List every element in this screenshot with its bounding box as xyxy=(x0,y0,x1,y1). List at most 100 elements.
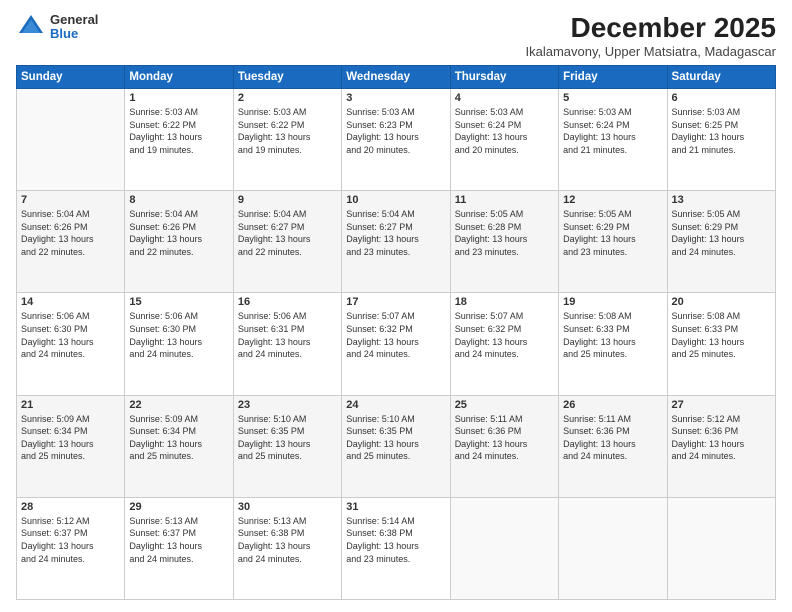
calendar-cell: 6 Sunrise: 5:03 AM Sunset: 6:25 PM Daylig… xyxy=(667,89,775,191)
calendar-cell: 10 Sunrise: 5:04 AM Sunset: 6:27 PM Dayli… xyxy=(342,191,450,293)
calendar-cell: 26Sunrise: 5:11 AM Sunset: 6:36 PM Dayli… xyxy=(559,395,667,497)
day-number: 20 xyxy=(672,296,771,308)
calendar-week-row: 1 Sunrise: 5:03 AM Sunset: 6:22 PM Daylig… xyxy=(17,89,776,191)
calendar-cell: 24Sunrise: 5:10 AM Sunset: 6:35 PM Dayli… xyxy=(342,395,450,497)
day-number: 7 xyxy=(21,194,120,206)
day-number: 27 xyxy=(672,399,771,411)
calendar-cell: 2Sunrise: 5:03 AM Sunset: 6:22 PM Daylig… xyxy=(233,89,341,191)
calendar-cell xyxy=(450,497,558,599)
day-number: 31 xyxy=(346,501,445,513)
day-info: Sunrise: 5:04 AM Sunset: 6:26 PM Dayligh… xyxy=(129,208,228,258)
logo-blue-text: Blue xyxy=(50,27,98,41)
day-info: Sunrise: 5:04 AM Sunset: 6:27 PM Dayligh… xyxy=(346,208,445,258)
calendar-cell: 27 Sunrise: 5:12 AM Sunset: 6:36 PM Dayli… xyxy=(667,395,775,497)
header-monday: Monday xyxy=(125,66,233,89)
day-number: 14 xyxy=(21,296,120,308)
calendar-cell: 22 Sunrise: 5:09 AM Sunset: 6:34 PM Dayli… xyxy=(125,395,233,497)
day-number: 19 xyxy=(563,296,662,308)
calendar-cell: 25 Sunrise: 5:11 AM Sunset: 6:36 PM Dayli… xyxy=(450,395,558,497)
day-info: Sunrise: 5:11 AM Sunset: 6:36 PM Dayligh… xyxy=(563,413,662,463)
calendar-cell xyxy=(667,497,775,599)
day-number: 16 xyxy=(238,296,337,308)
logo-general-text: General xyxy=(50,13,98,27)
day-number: 24 xyxy=(346,399,445,411)
header-thursday: Thursday xyxy=(450,66,558,89)
day-info: Sunrise: 5:05 AM Sunset: 6:28 PM Dayligh… xyxy=(455,208,554,258)
calendar-cell: 12 Sunrise: 5:05 AM Sunset: 6:29 PM Dayli… xyxy=(559,191,667,293)
header-saturday: Saturday xyxy=(667,66,775,89)
day-number: 5 xyxy=(563,92,662,104)
calendar-table: Sunday Monday Tuesday Wednesday Thursday… xyxy=(16,65,776,600)
calendar-cell: 1 Sunrise: 5:03 AM Sunset: 6:22 PM Daylig… xyxy=(125,89,233,191)
calendar-cell: 23 Sunrise: 5:10 AM Sunset: 6:35 PM Dayli… xyxy=(233,395,341,497)
day-number: 12 xyxy=(563,194,662,206)
day-number: 11 xyxy=(455,194,554,206)
day-number: 23 xyxy=(238,399,337,411)
day-number: 22 xyxy=(129,399,228,411)
day-info: Sunrise: 5:09 AM Sunset: 6:34 PM Dayligh… xyxy=(129,413,228,463)
calendar-cell: 15 Sunrise: 5:06 AM Sunset: 6:30 PM Dayli… xyxy=(125,293,233,395)
day-number: 2 xyxy=(238,92,337,104)
calendar-cell: 31 Sunrise: 5:14 AM Sunset: 6:38 PM Dayli… xyxy=(342,497,450,599)
day-info: Sunrise: 5:06 AM Sunset: 6:30 PM Dayligh… xyxy=(129,310,228,360)
day-info: Sunrise: 5:12 AM Sunset: 6:37 PM Dayligh… xyxy=(21,515,120,565)
day-info: Sunrise: 5:12 AM Sunset: 6:36 PM Dayligh… xyxy=(672,413,771,463)
day-number: 21 xyxy=(21,399,120,411)
calendar-week-row: 14 Sunrise: 5:06 AM Sunset: 6:30 PM Dayli… xyxy=(17,293,776,395)
day-info: Sunrise: 5:03 AM Sunset: 6:24 PM Dayligh… xyxy=(563,106,662,156)
day-number: 1 xyxy=(129,92,228,104)
calendar-cell xyxy=(17,89,125,191)
day-info: Sunrise: 5:05 AM Sunset: 6:29 PM Dayligh… xyxy=(563,208,662,258)
calendar-cell: 19 Sunrise: 5:08 AM Sunset: 6:33 PM Dayli… xyxy=(559,293,667,395)
calendar-cell: 28 Sunrise: 5:12 AM Sunset: 6:37 PM Dayli… xyxy=(17,497,125,599)
day-info: Sunrise: 5:08 AM Sunset: 6:33 PM Dayligh… xyxy=(672,310,771,360)
header: General Blue December 2025 Ikalamavony, … xyxy=(16,12,776,59)
day-number: 4 xyxy=(455,92,554,104)
logo: General Blue xyxy=(16,12,98,42)
title-block: December 2025 Ikalamavony, Upper Matsiat… xyxy=(526,12,776,59)
day-info: Sunrise: 5:04 AM Sunset: 6:27 PM Dayligh… xyxy=(238,208,337,258)
day-info: Sunrise: 5:06 AM Sunset: 6:30 PM Dayligh… xyxy=(21,310,120,360)
day-number: 30 xyxy=(238,501,337,513)
header-sunday: Sunday xyxy=(17,66,125,89)
logo-icon xyxy=(16,12,46,42)
day-info: Sunrise: 5:05 AM Sunset: 6:29 PM Dayligh… xyxy=(672,208,771,258)
day-info: Sunrise: 5:08 AM Sunset: 6:33 PM Dayligh… xyxy=(563,310,662,360)
calendar-cell: 5 Sunrise: 5:03 AM Sunset: 6:24 PM Daylig… xyxy=(559,89,667,191)
day-number: 25 xyxy=(455,399,554,411)
day-info: Sunrise: 5:14 AM Sunset: 6:38 PM Dayligh… xyxy=(346,515,445,565)
calendar-cell xyxy=(559,497,667,599)
header-wednesday: Wednesday xyxy=(342,66,450,89)
day-info: Sunrise: 5:07 AM Sunset: 6:32 PM Dayligh… xyxy=(455,310,554,360)
weekday-header-row: Sunday Monday Tuesday Wednesday Thursday… xyxy=(17,66,776,89)
day-info: Sunrise: 5:13 AM Sunset: 6:37 PM Dayligh… xyxy=(129,515,228,565)
calendar-cell: 3 Sunrise: 5:03 AM Sunset: 6:23 PM Daylig… xyxy=(342,89,450,191)
day-info: Sunrise: 5:03 AM Sunset: 6:24 PM Dayligh… xyxy=(455,106,554,156)
day-number: 9 xyxy=(238,194,337,206)
day-info: Sunrise: 5:04 AM Sunset: 6:26 PM Dayligh… xyxy=(21,208,120,258)
day-number: 8 xyxy=(129,194,228,206)
day-number: 15 xyxy=(129,296,228,308)
calendar-cell: 18Sunrise: 5:07 AM Sunset: 6:32 PM Dayli… xyxy=(450,293,558,395)
calendar-cell: 21Sunrise: 5:09 AM Sunset: 6:34 PM Dayli… xyxy=(17,395,125,497)
day-info: Sunrise: 5:03 AM Sunset: 6:25 PM Dayligh… xyxy=(672,106,771,156)
day-info: Sunrise: 5:06 AM Sunset: 6:31 PM Dayligh… xyxy=(238,310,337,360)
day-number: 6 xyxy=(672,92,771,104)
calendar-cell: 13 Sunrise: 5:05 AM Sunset: 6:29 PM Dayli… xyxy=(667,191,775,293)
day-number: 13 xyxy=(672,194,771,206)
header-tuesday: Tuesday xyxy=(233,66,341,89)
day-number: 29 xyxy=(129,501,228,513)
title-location: Ikalamavony, Upper Matsiatra, Madagascar xyxy=(526,44,776,59)
day-info: Sunrise: 5:10 AM Sunset: 6:35 PM Dayligh… xyxy=(238,413,337,463)
day-number: 28 xyxy=(21,501,120,513)
day-info: Sunrise: 5:03 AM Sunset: 6:23 PM Dayligh… xyxy=(346,106,445,156)
day-number: 10 xyxy=(346,194,445,206)
calendar-week-row: 28 Sunrise: 5:12 AM Sunset: 6:37 PM Dayli… xyxy=(17,497,776,599)
day-info: Sunrise: 5:11 AM Sunset: 6:36 PM Dayligh… xyxy=(455,413,554,463)
day-number: 3 xyxy=(346,92,445,104)
logo-text: General Blue xyxy=(50,13,98,42)
page: General Blue December 2025 Ikalamavony, … xyxy=(0,0,792,612)
header-friday: Friday xyxy=(559,66,667,89)
day-info: Sunrise: 5:03 AM Sunset: 6:22 PM Dayligh… xyxy=(129,106,228,156)
day-number: 17 xyxy=(346,296,445,308)
